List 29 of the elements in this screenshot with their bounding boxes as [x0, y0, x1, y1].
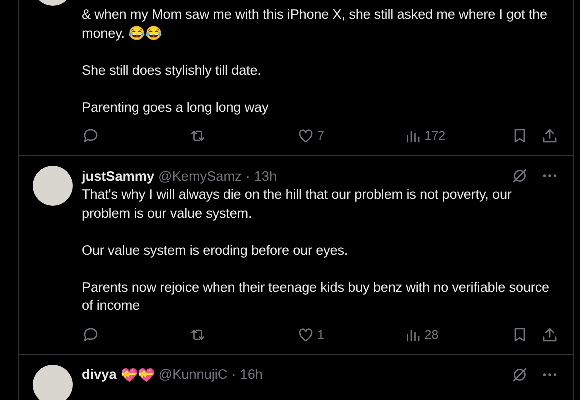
post-text: & when my Mom saw me with this iPhone X, she still asked me where I got the money. 😂😂 — [82, 6, 548, 43]
reply-icon[interactable] — [82, 127, 100, 145]
post-text: She still does stylishly till date. — [82, 62, 262, 80]
share-icon[interactable] — [541, 326, 559, 344]
user-name[interactable]: divya — [82, 367, 117, 382]
like-count: 7 — [318, 129, 324, 143]
post-text: That's why I will always die on the hill that our problem is not poverty, our problem is our value system. — [82, 186, 513, 223]
avatar[interactable] — [33, 166, 73, 206]
slashed-circle-icon[interactable] — [511, 366, 529, 384]
separator-dot: · — [232, 367, 236, 382]
user-handle[interactable]: @KemySamz — [158, 168, 242, 184]
heart-icon[interactable] — [296, 127, 314, 145]
post-text: Parenting goes a long long way — [82, 98, 270, 117]
post-time[interactable]: 16h — [240, 367, 263, 382]
reply-icon[interactable] — [82, 326, 100, 344]
heart-icon[interactable] — [296, 326, 314, 344]
view-count: 28 — [424, 328, 439, 342]
view-count: 172 — [424, 129, 446, 143]
avatar[interactable] — [33, 364, 73, 400]
separator-dot: · — [246, 168, 250, 184]
share-icon[interactable] — [541, 127, 559, 145]
name-emoji: 💝💝 — [120, 366, 155, 382]
slashed-circle-icon[interactable] — [511, 167, 529, 185]
user-name[interactable]: justSammy — [82, 168, 155, 184]
like-count: 1 — [318, 328, 324, 342]
post-text: Parents now rejoice when their teenage kids buy benz with no verifiable source of income — [82, 278, 550, 315]
post-time[interactable]: 13h — [254, 168, 278, 184]
user-handle[interactable]: @KunnujiC — [158, 367, 228, 382]
post-text: Our value system is eroding before our eyes. — [82, 242, 350, 260]
